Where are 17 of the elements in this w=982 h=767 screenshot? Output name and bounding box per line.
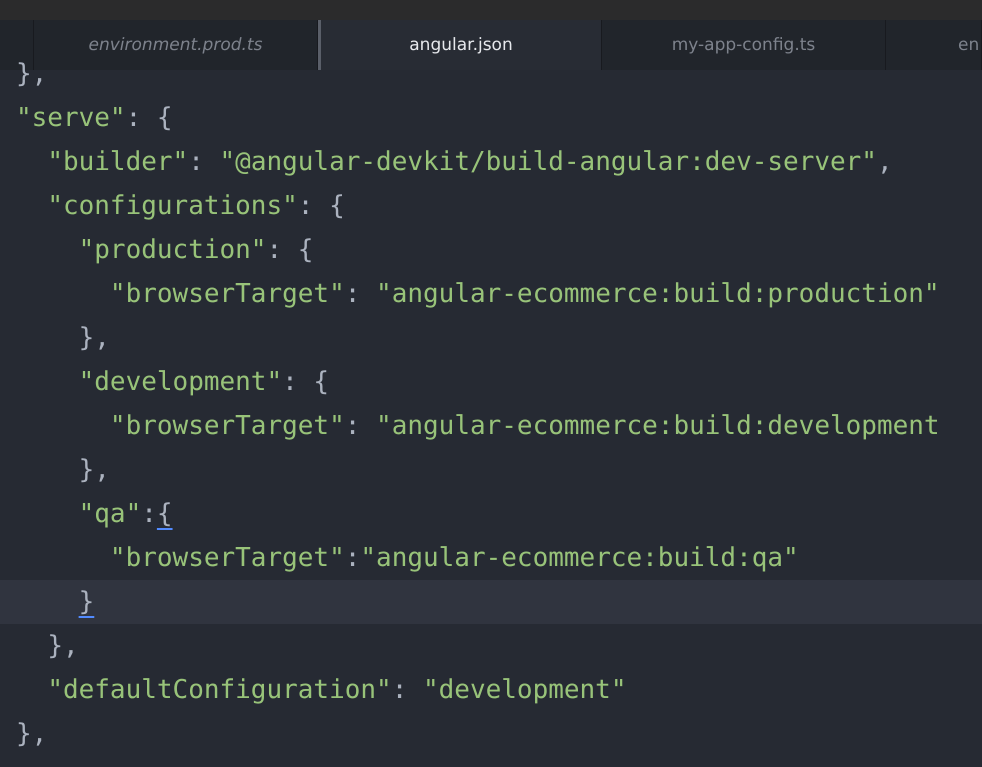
code-line: }, [78,322,111,355]
code-line: "browserTarget":"angular-ecommerce:build:qa" [108,542,800,575]
code-line: "defaultConfiguration": "development" [46,674,628,707]
file-tab[interactable]: en [886,20,982,70]
code-line: "serve": { [15,102,174,135]
code-line: "configurations": { [46,190,346,223]
code-line: }, [15,718,48,751]
code-line: "qa":{ [78,498,174,531]
code-line: "development": { [78,366,330,399]
code-line: "builder": "@angular-devkit/build-angular:dev-server", [46,146,894,179]
code-line: }, [78,454,111,487]
code-line: "browserTarget": "angular-ecommerce:build:development [108,410,941,443]
code-line: }, [46,630,80,663]
file-tab[interactable]: my-app-config.ts [602,20,886,70]
code-line: "production": { [78,234,314,267]
file-tab[interactable]: angular.json [318,20,602,70]
code-line: "browserTarget": "angular-ecommerce:build:production" [108,278,941,311]
